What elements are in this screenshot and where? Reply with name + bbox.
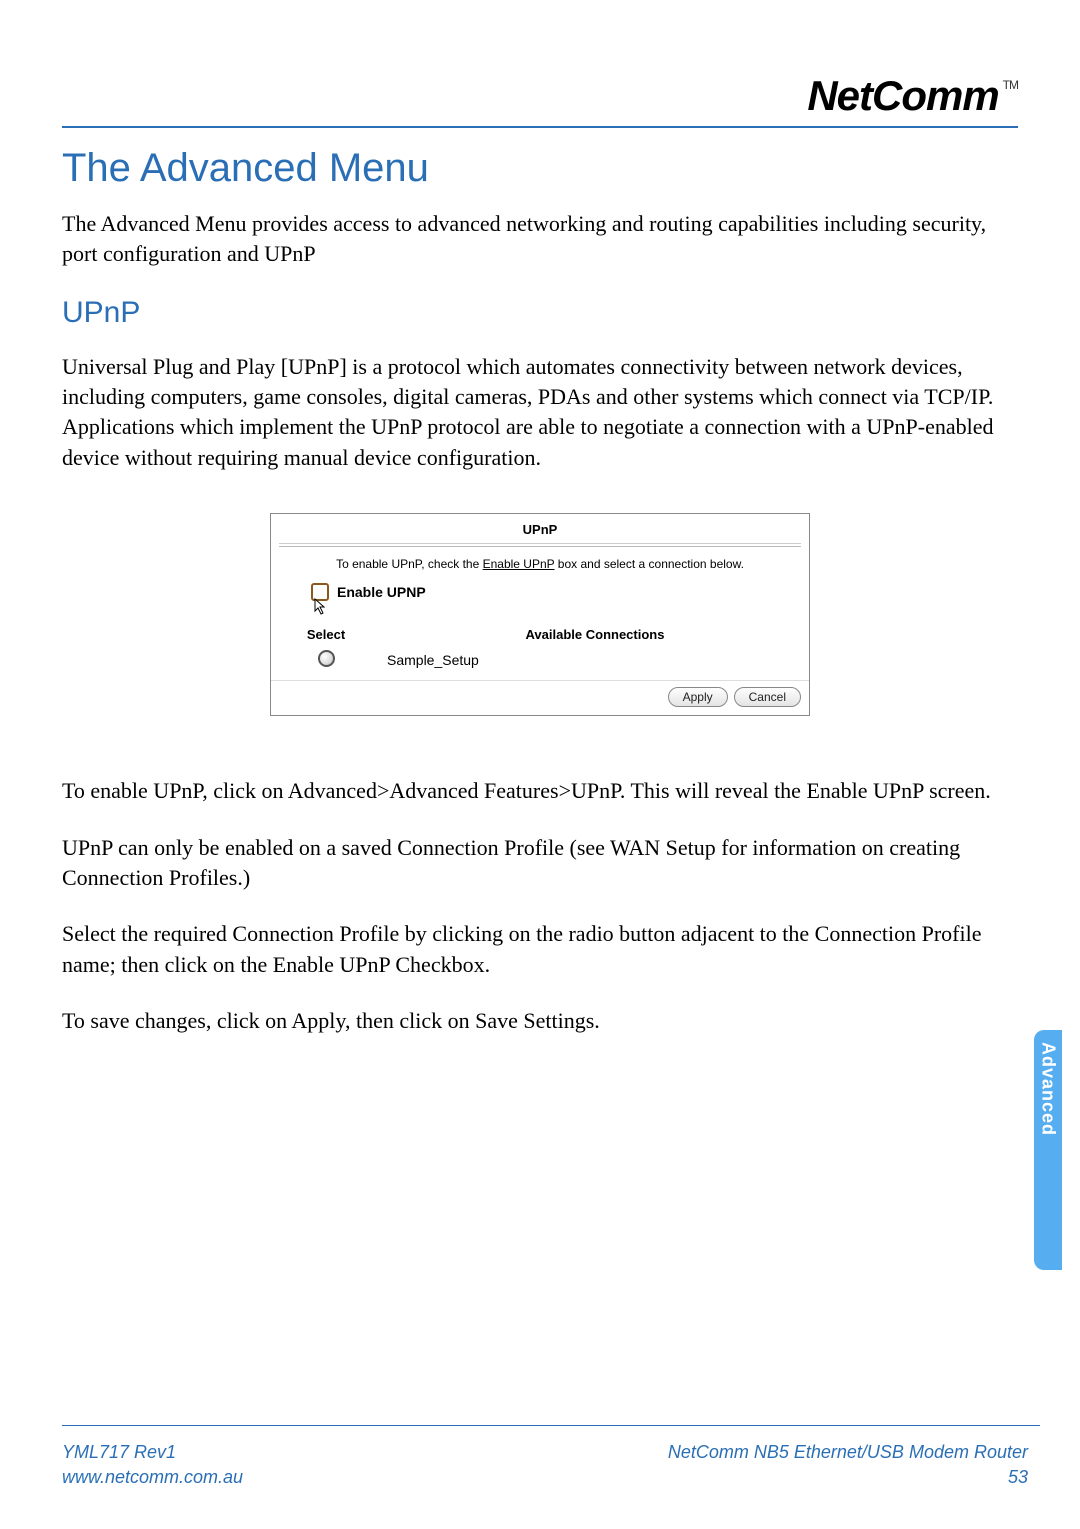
footer-page: 53 bbox=[668, 1465, 1028, 1489]
footer-product: NetComm NB5 Ethernet/USB Modem Router bbox=[668, 1440, 1028, 1464]
page-footer: YML717 Rev1 www.netcomm.com.au NetComm N… bbox=[62, 1440, 1028, 1489]
intro-paragraph: The Advanced Menu provides access to adv… bbox=[62, 209, 1018, 270]
section-heading-upnp: UPnP bbox=[62, 296, 1018, 330]
footer-doc-id: YML717 Rev1 bbox=[62, 1440, 243, 1464]
col-available: Available Connections bbox=[381, 627, 809, 642]
apply-button[interactable]: Apply bbox=[668, 687, 728, 707]
connection-name: Sample_Setup bbox=[381, 652, 479, 668]
after-p1: To enable UPnP, click on Advanced>Advanc… bbox=[62, 776, 1018, 806]
page-title: The Advanced Menu bbox=[62, 146, 1018, 191]
footer-rule bbox=[62, 1425, 1040, 1426]
brand-name: NetComm bbox=[807, 72, 998, 120]
instr-underline: Enable UPnP bbox=[483, 557, 555, 571]
connection-row: Sample_Setup bbox=[271, 646, 809, 680]
side-tab-label: Advanced bbox=[1038, 1030, 1059, 1136]
after-p2: UPnP can only be enabled on a saved Conn… bbox=[62, 833, 1018, 894]
brand-logo: NetComm TM bbox=[807, 72, 1018, 120]
upnp-instruction: To enable UPnP, check the Enable UPnP bo… bbox=[271, 547, 809, 579]
after-p4: To save changes, click on Apply, then cl… bbox=[62, 1006, 1018, 1036]
cancel-button[interactable]: Cancel bbox=[734, 687, 801, 707]
after-p3: Select the required Connection Profile b… bbox=[62, 919, 1018, 980]
instr-post: box and select a connection below. bbox=[554, 557, 743, 571]
upnp-panel: UPnP To enable UPnP, check the Enable UP… bbox=[270, 513, 810, 716]
brand-rule bbox=[62, 126, 1018, 128]
cursor-icon bbox=[309, 597, 329, 622]
footer-url: www.netcomm.com.au bbox=[62, 1465, 243, 1489]
upnp-description: Universal Plug and Play [UPnP] is a prot… bbox=[62, 352, 1018, 473]
instr-pre: To enable UPnP, check the bbox=[336, 557, 483, 571]
connections-header: Select Available Connections bbox=[271, 621, 809, 646]
col-select: Select bbox=[271, 627, 381, 642]
upnp-panel-title: UPnP bbox=[271, 514, 809, 543]
connection-radio[interactable] bbox=[318, 650, 335, 667]
brand-row: NetComm TM bbox=[62, 60, 1018, 120]
brand-tm: TM bbox=[1003, 78, 1018, 92]
enable-upnp-label: Enable UPNP bbox=[337, 584, 426, 600]
side-tab-advanced: Advanced bbox=[1034, 1030, 1062, 1270]
